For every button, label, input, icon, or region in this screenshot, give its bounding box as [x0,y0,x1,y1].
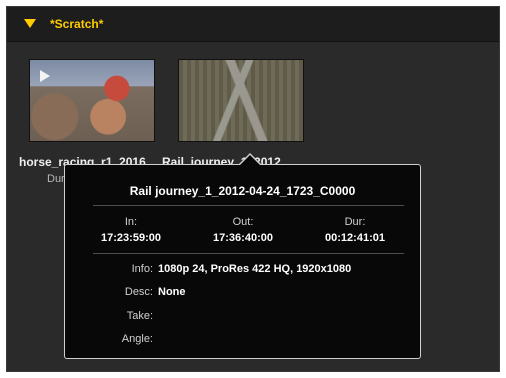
play-icon [40,70,50,82]
triangle-down-icon[interactable] [24,19,36,28]
in-timecode: 17:23:59:00 [101,232,161,244]
clip-duration-horse-racing: Dur [47,173,65,185]
popup-divider-top [93,205,404,206]
bin-header[interactable]: *Scratch* [7,7,499,42]
desc-value: None [158,286,186,298]
dur-timecode: 00:12:41:01 [325,232,385,244]
dur-label: Dur: [344,216,366,228]
info-label: Info: [131,263,153,275]
angle-label: Angle: [121,333,153,345]
popup-arrow [240,155,260,165]
popup-divider-bottom [93,253,404,254]
bin-title[interactable]: *Scratch* [50,17,103,31]
clip-info-popup: Rail journey_1_2012-04-24_1723_C0000 In:… [64,153,421,359]
out-label: Out: [232,216,254,228]
media-pool-panel: *Scratch* horse_racing_r1_2016 Rail_jour… [6,6,500,372]
clip-thumbnail-horse-racing[interactable] [29,59,155,142]
take-label: Take: [126,310,153,322]
desc-label: Desc: [124,286,153,298]
clip-thumbnail-rail-journey[interactable] [178,59,304,142]
popup-clip-title: Rail journey_1_2012-04-24_1723_C0000 [129,184,356,198]
out-timecode: 17:36:40:00 [213,232,273,244]
in-label: In: [124,216,138,228]
info-value: 1080p 24, ProRes 422 HQ, 1920x1080 [158,263,352,275]
